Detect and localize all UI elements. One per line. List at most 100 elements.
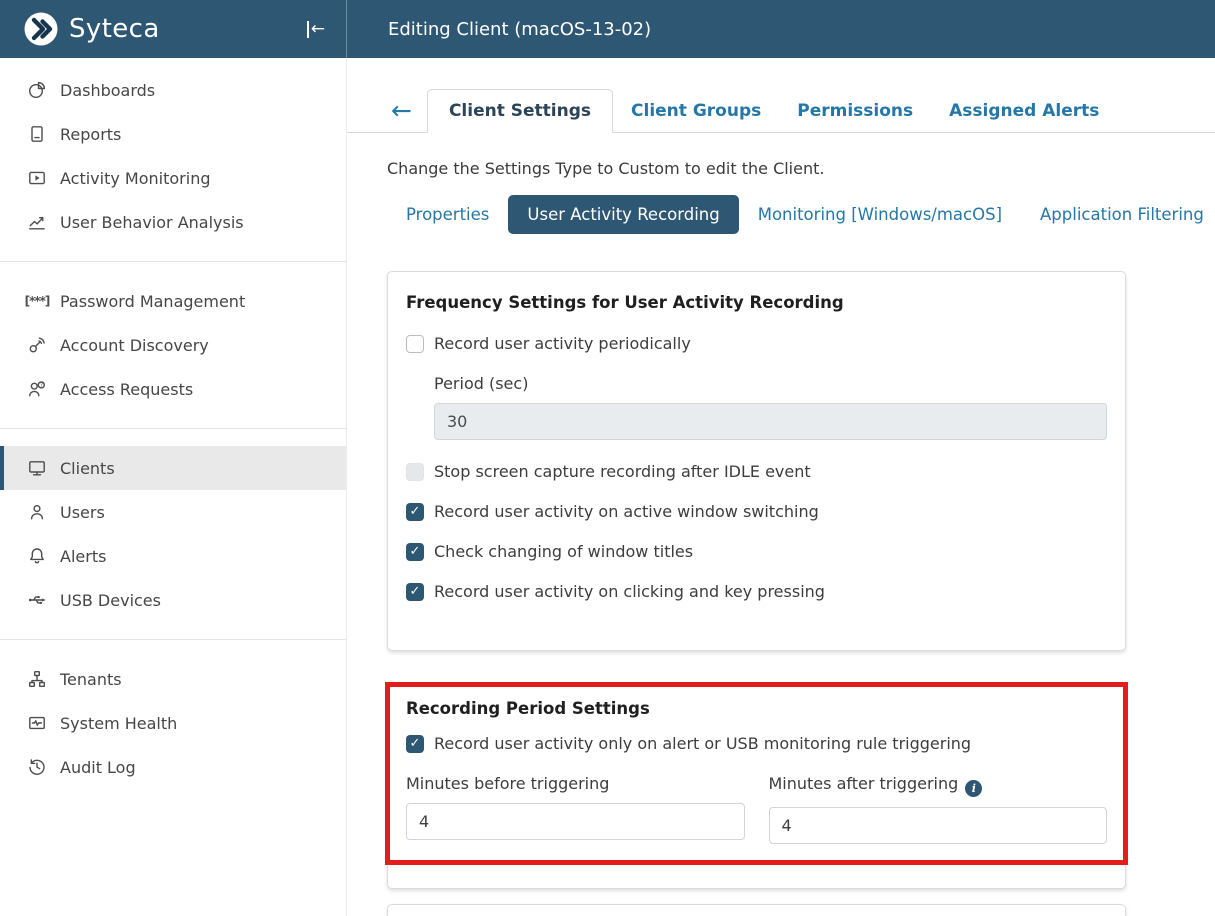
back-arrow-icon[interactable]: ← — [391, 98, 412, 123]
tab-permissions[interactable]: Permissions — [779, 89, 931, 132]
minutes-after-input[interactable] — [769, 807, 1108, 844]
info-icon[interactable]: i — [965, 780, 982, 797]
checkbox-label: Stop screen capture recording after IDLE… — [434, 462, 811, 481]
sidebar: Dashboards Reports Activity Monitoring U… — [0, 58, 347, 916]
subtab-monitoring[interactable]: Monitoring [Windows/macOS] — [739, 195, 1021, 234]
sidebar-item-usb-devices[interactable]: USB Devices — [0, 578, 346, 622]
usb-icon — [27, 590, 47, 610]
sidebar-group-analytics: Dashboards Reports Activity Monitoring U… — [0, 58, 346, 261]
main-content: ← Client Settings Client Groups Permissi… — [347, 58, 1215, 916]
sidebar-group-access: [***] Password Management Account Discov… — [0, 261, 346, 428]
tab-bar: ← Client Settings Client Groups Permissi… — [347, 89, 1215, 133]
sidebar-item-label: Password Management — [60, 292, 245, 311]
period-input — [434, 403, 1107, 440]
sidebar-item-label: Tenants — [60, 670, 122, 689]
window-titles-checkbox[interactable] — [406, 543, 424, 561]
report-file-icon — [27, 124, 47, 144]
minutes-fields-row: Minutes before triggering Minutes after … — [406, 774, 1107, 844]
sidebar-item-user-behavior-analysis[interactable]: User Behavior Analysis — [0, 200, 346, 244]
brand[interactable]: Syteca — [24, 12, 160, 46]
period-field-block: Period (sec) — [434, 374, 1107, 440]
svg-text:?: ? — [40, 382, 43, 389]
brand-name: Syteca — [69, 14, 160, 44]
tab-assigned-alerts[interactable]: Assigned Alerts — [931, 89, 1117, 132]
sidebar-item-label: Dashboards — [60, 81, 155, 100]
window-switching-checkbox[interactable] — [406, 503, 424, 521]
sidebar-item-alerts[interactable]: Alerts — [0, 534, 346, 578]
checkbox-label: Record user activity periodically — [434, 334, 691, 353]
syteca-logo-icon — [24, 12, 58, 46]
sidebar-item-users[interactable]: Users — [0, 490, 346, 534]
sidebar-group-system: Tenants System Health Audit Log — [0, 639, 346, 806]
sidebar-item-clients[interactable]: Clients — [0, 446, 346, 490]
sidebar-item-account-discovery[interactable]: Account Discovery — [0, 323, 346, 367]
sidebar-group-endpoints: Clients Users Alerts USB Devices — [0, 428, 346, 639]
key-signal-icon — [27, 335, 47, 355]
sidebar-item-password-management[interactable]: [***] Password Management — [0, 279, 346, 323]
tab-client-settings[interactable]: Client Settings — [427, 89, 613, 133]
tab-client-groups[interactable]: Client Groups — [613, 89, 779, 132]
sidebar-item-label: User Behavior Analysis — [60, 213, 244, 232]
person-icon — [27, 502, 47, 522]
trend-chart-icon — [27, 212, 47, 232]
sidebar-item-reports[interactable]: Reports — [0, 112, 346, 156]
minutes-before-block: Minutes before triggering — [406, 774, 745, 844]
minutes-after-block: Minutes after triggering i — [769, 774, 1108, 844]
alert-only-recording-checkbox[interactable] — [406, 735, 424, 753]
sidebar-header: Syteca ← — [0, 0, 347, 58]
pie-chart-icon — [27, 80, 47, 100]
period-label: Period (sec) — [434, 374, 1107, 393]
monitor-pulse-icon — [27, 713, 47, 733]
subtab-application-filtering[interactable]: Application Filtering — [1021, 195, 1215, 234]
next-card-partial — [387, 904, 1126, 916]
card-title: Frequency Settings for User Activity Rec… — [406, 293, 1107, 312]
sidebar-item-label: System Health — [60, 714, 177, 733]
stop-idle-checkbox — [406, 463, 424, 481]
checkbox-row-stop-idle: Stop screen capture recording after IDLE… — [406, 462, 1107, 481]
checkbox-label: Record user activity on active window sw… — [434, 502, 819, 521]
sidebar-item-label: Audit Log — [60, 758, 136, 777]
record-periodically-checkbox[interactable] — [406, 335, 424, 353]
checkbox-row-record-periodically: Record user activity periodically — [406, 334, 1107, 353]
sidebar-item-label: Account Discovery — [60, 336, 209, 355]
card-title: Recording Period Settings — [406, 699, 1107, 718]
checkbox-row-window-titles: Check changing of window titles — [406, 542, 1107, 561]
frequency-settings-card: Frequency Settings for User Activity Rec… — [387, 271, 1126, 651]
sidebar-item-access-requests[interactable]: ? Access Requests — [0, 367, 346, 411]
sidebar-item-dashboards[interactable]: Dashboards — [0, 68, 346, 112]
minutes-after-label-text: Minutes after triggering — [769, 774, 959, 793]
checkbox-row-window-switching: Record user activity on active window sw… — [406, 502, 1107, 521]
person-question-icon: ? — [27, 379, 47, 399]
bell-icon — [27, 546, 47, 566]
password-brackets-icon: [***] — [27, 291, 47, 311]
sidebar-item-label: Activity Monitoring — [60, 169, 210, 188]
sidebar-item-label: Reports — [60, 125, 121, 144]
page-title: Editing Client (macOS-13-02) — [347, 0, 651, 58]
sidebar-item-activity-monitoring[interactable]: Activity Monitoring — [0, 156, 346, 200]
checkbox-row-click-keypress: Record user activity on clicking and key… — [406, 582, 1107, 601]
sub-tab-bar: Properties User Activity Recording Monit… — [387, 195, 1215, 234]
recording-period-settings-card: Recording Period Settings Record user ac… — [387, 684, 1126, 889]
subtab-properties[interactable]: Properties — [387, 195, 508, 234]
minutes-before-input[interactable] — [406, 803, 745, 840]
sidebar-item-label: Alerts — [60, 547, 106, 566]
sidebar-item-tenants[interactable]: Tenants — [0, 657, 346, 701]
checkbox-label: Record user activity on clicking and key… — [434, 582, 825, 601]
app-header: Syteca ← Editing Client (macOS-13-02) — [0, 0, 1215, 58]
monitor-icon — [27, 458, 47, 478]
minutes-before-label: Minutes before triggering — [406, 774, 745, 793]
click-keypress-checkbox[interactable] — [406, 583, 424, 601]
sidebar-item-label: Clients — [60, 459, 115, 478]
collapse-sidebar-left-icon[interactable]: ← — [307, 21, 325, 38]
sidebar-item-audit-log[interactable]: Audit Log — [0, 745, 346, 789]
sidebar-item-label: USB Devices — [60, 591, 161, 610]
minutes-after-label: Minutes after triggering i — [769, 774, 1108, 797]
sidebar-item-label: Access Requests — [60, 380, 193, 399]
sidebar-item-system-health[interactable]: System Health — [0, 701, 346, 745]
sitemap-icon — [27, 669, 47, 689]
play-screen-icon — [27, 168, 47, 188]
checkbox-row-alert-only-recording: Record user activity only on alert or US… — [406, 734, 1107, 753]
subtab-user-activity-recording[interactable]: User Activity Recording — [508, 195, 738, 234]
checkbox-label: Check changing of window titles — [434, 542, 693, 561]
checkbox-label: Record user activity only on alert or US… — [434, 734, 971, 753]
